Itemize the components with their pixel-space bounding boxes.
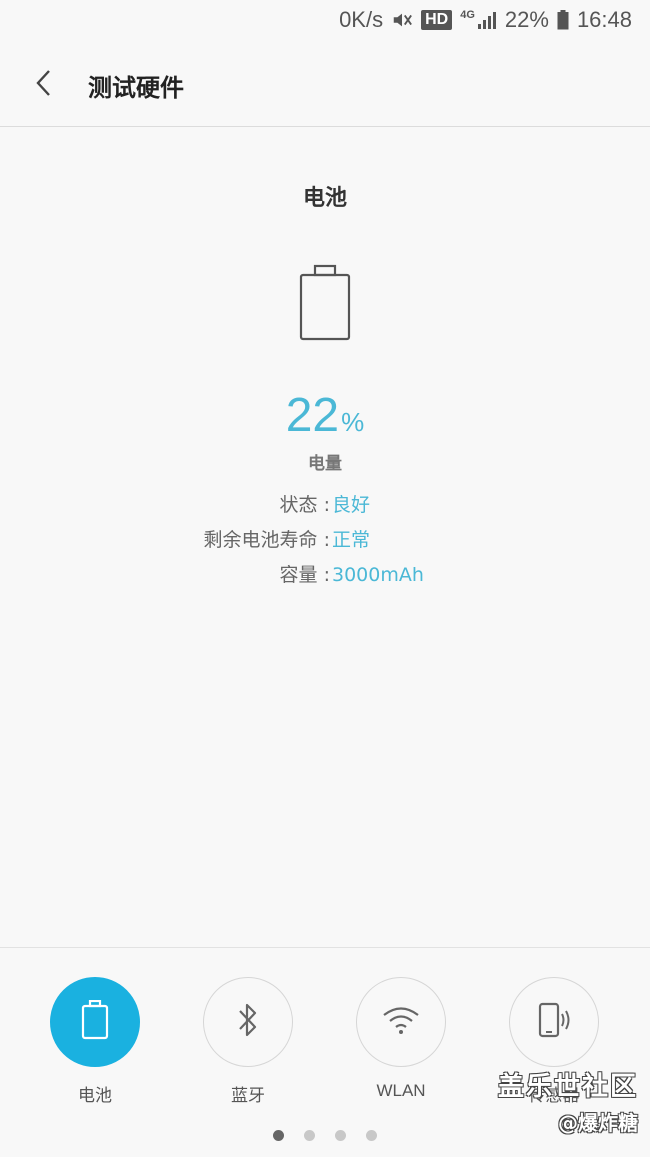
battery-percent-status: 22% <box>504 7 549 32</box>
battery-icon <box>81 999 109 1044</box>
watermark: 盖乐世社区 @爆炸糖 <box>498 1066 638 1136</box>
bluetooth-icon <box>235 1000 261 1044</box>
battery-icon <box>557 10 569 30</box>
tab-label: 电池 <box>78 1086 112 1105</box>
info-key: 容量 : <box>279 564 330 586</box>
section-title: 电池 <box>302 186 347 211</box>
battery-level-label: 电量 <box>308 454 342 474</box>
tab-bluetooth[interactable]: 蓝牙 <box>193 977 303 1106</box>
chevron-left-icon <box>34 68 54 102</box>
wifi-icon <box>381 1005 421 1039</box>
app-bar: 测试硬件 <box>0 44 650 127</box>
page-dot[interactable] <box>366 1130 377 1141</box>
clock: 16:48 <box>576 7 632 32</box>
page-title: 测试硬件 <box>88 73 184 102</box>
battery-level: 22% <box>0 388 650 443</box>
battery-level-unit: % <box>341 407 365 437</box>
phone-sensor-icon <box>534 1002 574 1042</box>
status-bar: 0K/s HD 4G 22% 16:48 <box>0 0 650 40</box>
info-row-capacity: 容量 : 3000mAh <box>0 562 424 588</box>
info-value: 良好 <box>332 494 371 516</box>
info-key: 状态 : <box>279 494 330 516</box>
page-dot[interactable] <box>304 1130 315 1141</box>
tab-circle <box>509 977 599 1067</box>
tab-label: 蓝牙 <box>231 1086 265 1105</box>
tab-wlan[interactable]: WLAN <box>346 977 456 1101</box>
tab-circle <box>356 977 446 1067</box>
page-dot[interactable] <box>273 1130 284 1141</box>
tab-circle <box>203 977 293 1067</box>
watermark-line2: @爆炸糖 <box>558 1111 638 1135</box>
page-dot[interactable] <box>335 1130 346 1141</box>
watermark-line1: 盖乐世社区 <box>497 1072 638 1102</box>
signal-icon <box>477 10 497 30</box>
info-row-status: 状态 : 良好 <box>0 492 370 518</box>
info-key: 剩余电池寿命 : <box>203 529 330 551</box>
back-button[interactable] <box>0 44 88 126</box>
tab-label: WLAN <box>376 1081 426 1100</box>
info-value: 3000mAh <box>332 564 424 586</box>
info-row-life: 剩余电池寿命 : 正常 <box>0 527 370 553</box>
hd-badge: HD <box>421 10 453 30</box>
info-value: 正常 <box>332 529 371 551</box>
battery-outline-icon <box>299 264 351 346</box>
tab-battery[interactable]: 电池 <box>40 977 150 1106</box>
tab-circle <box>50 977 140 1067</box>
network-type: 4G <box>460 9 475 21</box>
battery-level-value: 22 <box>285 389 340 442</box>
volume-mute-icon <box>391 9 413 31</box>
network-speed: 0K/s <box>339 7 384 32</box>
